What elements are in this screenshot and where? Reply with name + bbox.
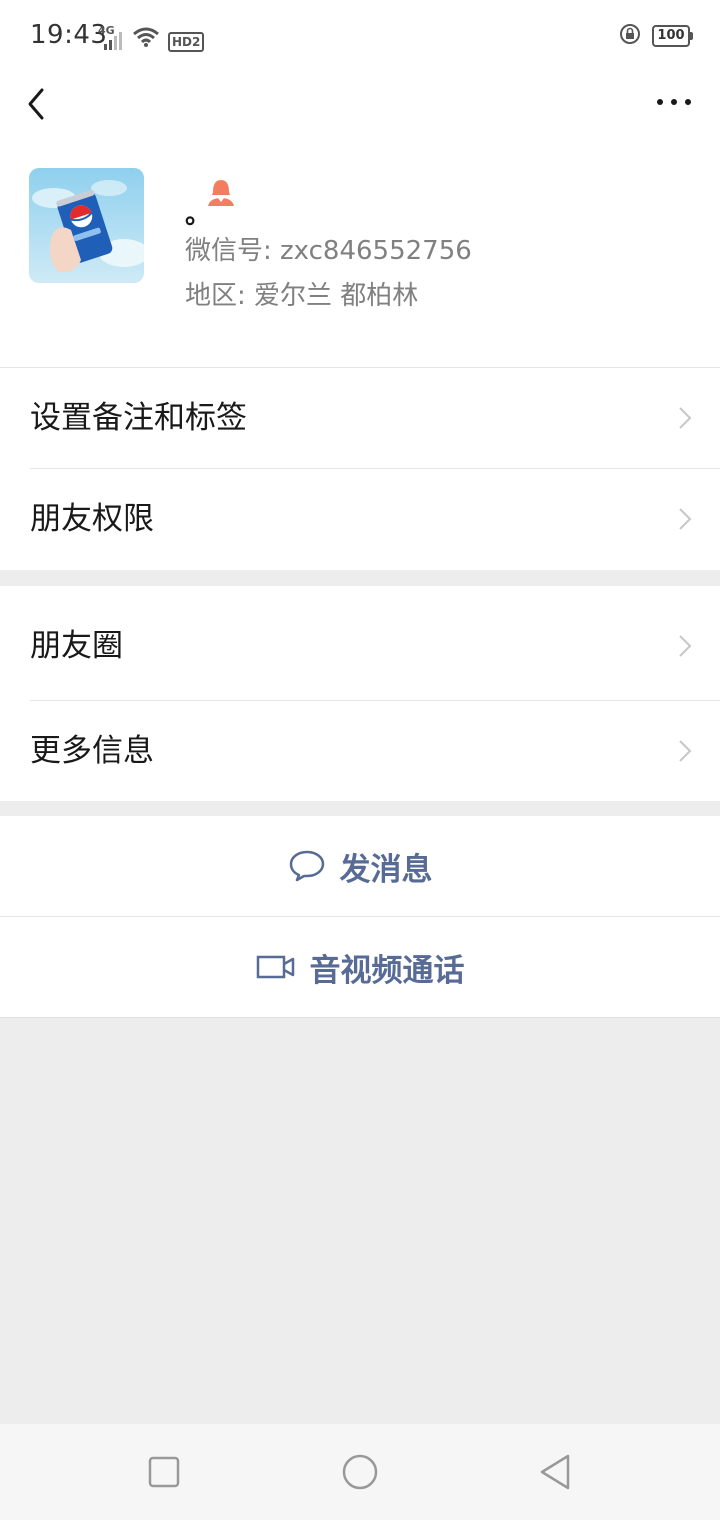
- status-right: 100: [618, 22, 693, 50]
- recent-apps-button[interactable]: [148, 1456, 180, 1492]
- menu-group-2: 朋友圈 更多信息: [0, 586, 720, 801]
- circle-icon: [342, 1454, 378, 1490]
- nav-bar: [0, 72, 720, 132]
- video-camera-icon: [256, 955, 294, 979]
- more-dots-icon: [657, 99, 691, 105]
- menu-item-label: 朋友权限: [30, 501, 154, 537]
- profile-card: 。 微信号: zxc846552756 地区: 爱尔兰 都柏林: [0, 132, 720, 367]
- triangle-back-icon: [540, 1454, 570, 1490]
- send-message-label: 发消息: [339, 851, 433, 888]
- divider: [0, 1017, 720, 1018]
- menu-item-label: 设置备注和标签: [30, 400, 247, 436]
- chat-bubble-icon: [289, 850, 324, 882]
- chevron-right-icon: [679, 508, 692, 530]
- region: 地区: 爱尔兰 都柏林: [185, 281, 419, 311]
- hd-icon: HD2: [168, 32, 205, 52]
- back-nav-button[interactable]: [538, 1453, 572, 1495]
- chevron-right-icon: [679, 635, 692, 657]
- back-button[interactable]: [22, 80, 62, 124]
- status-bar: 19:43 4G HD2 100: [0, 0, 720, 72]
- battery-icon: 100: [652, 25, 693, 47]
- status-time: 19:43: [30, 20, 108, 50]
- menu-item-more-info[interactable]: 更多信息: [0, 701, 720, 801]
- rotation-lock-icon: [618, 22, 642, 50]
- signal-icon: 4G: [98, 24, 124, 52]
- menu-item-label: 朋友圈: [30, 628, 123, 664]
- video-call-button[interactable]: 音视频通话: [0, 917, 720, 1017]
- home-button[interactable]: [341, 1453, 379, 1495]
- menu-item-moments[interactable]: 朋友圈: [0, 592, 720, 700]
- avatar[interactable]: [29, 168, 144, 283]
- more-button[interactable]: [654, 84, 694, 120]
- menu-item-friend-permissions[interactable]: 朋友权限: [0, 469, 720, 569]
- menu-group-1: 设置备注和标签 朋友权限: [0, 367, 720, 570]
- send-message-button[interactable]: 发消息: [0, 816, 720, 916]
- video-call-label: 音视频通话: [309, 952, 465, 989]
- square-icon: [148, 1456, 180, 1488]
- status-icons: 4G HD2: [98, 22, 205, 52]
- menu-item-remark-tags[interactable]: 设置备注和标签: [0, 368, 720, 468]
- wechat-id: 微信号: zxc846552756: [185, 236, 472, 266]
- chevron-right-icon: [679, 407, 692, 429]
- wifi-icon: [132, 26, 160, 52]
- system-nav-bar: [0, 1424, 720, 1520]
- chevron-left-icon: [28, 88, 44, 120]
- chevron-right-icon: [679, 740, 692, 762]
- female-icon: [206, 176, 236, 208]
- menu-item-label: 更多信息: [30, 733, 154, 769]
